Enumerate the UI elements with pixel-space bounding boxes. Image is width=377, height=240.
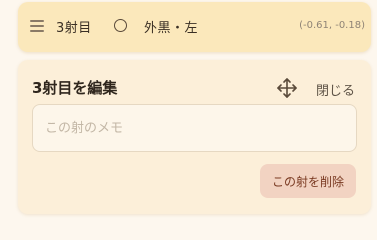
app-root: 3射目 外黒・左 (-0.61, -0.18) 3射目を編集 閉じる この射を削… (0, 0, 377, 219)
move-arrows-icon[interactable] (276, 77, 298, 99)
shot-label: 3射目 (56, 21, 92, 36)
shot-row[interactable]: 3射目 外黒・左 (-0.61, -0.18) (18, 2, 371, 52)
drag-handle-icon[interactable] (30, 20, 44, 32)
coordinates-readout: (-0.61, -0.18) (299, 20, 365, 31)
edit-card: 3射目を編集 閉じる この射を削除 (18, 60, 371, 214)
close-button[interactable]: 閉じる (316, 80, 355, 99)
edit-title: 3射目を編集 (32, 79, 118, 97)
radio-circle-icon[interactable] (114, 19, 127, 32)
memo-input[interactable] (32, 104, 357, 152)
zone-label: 外黒・左 (144, 21, 199, 36)
delete-shot-button[interactable]: この射を削除 (259, 164, 356, 198)
